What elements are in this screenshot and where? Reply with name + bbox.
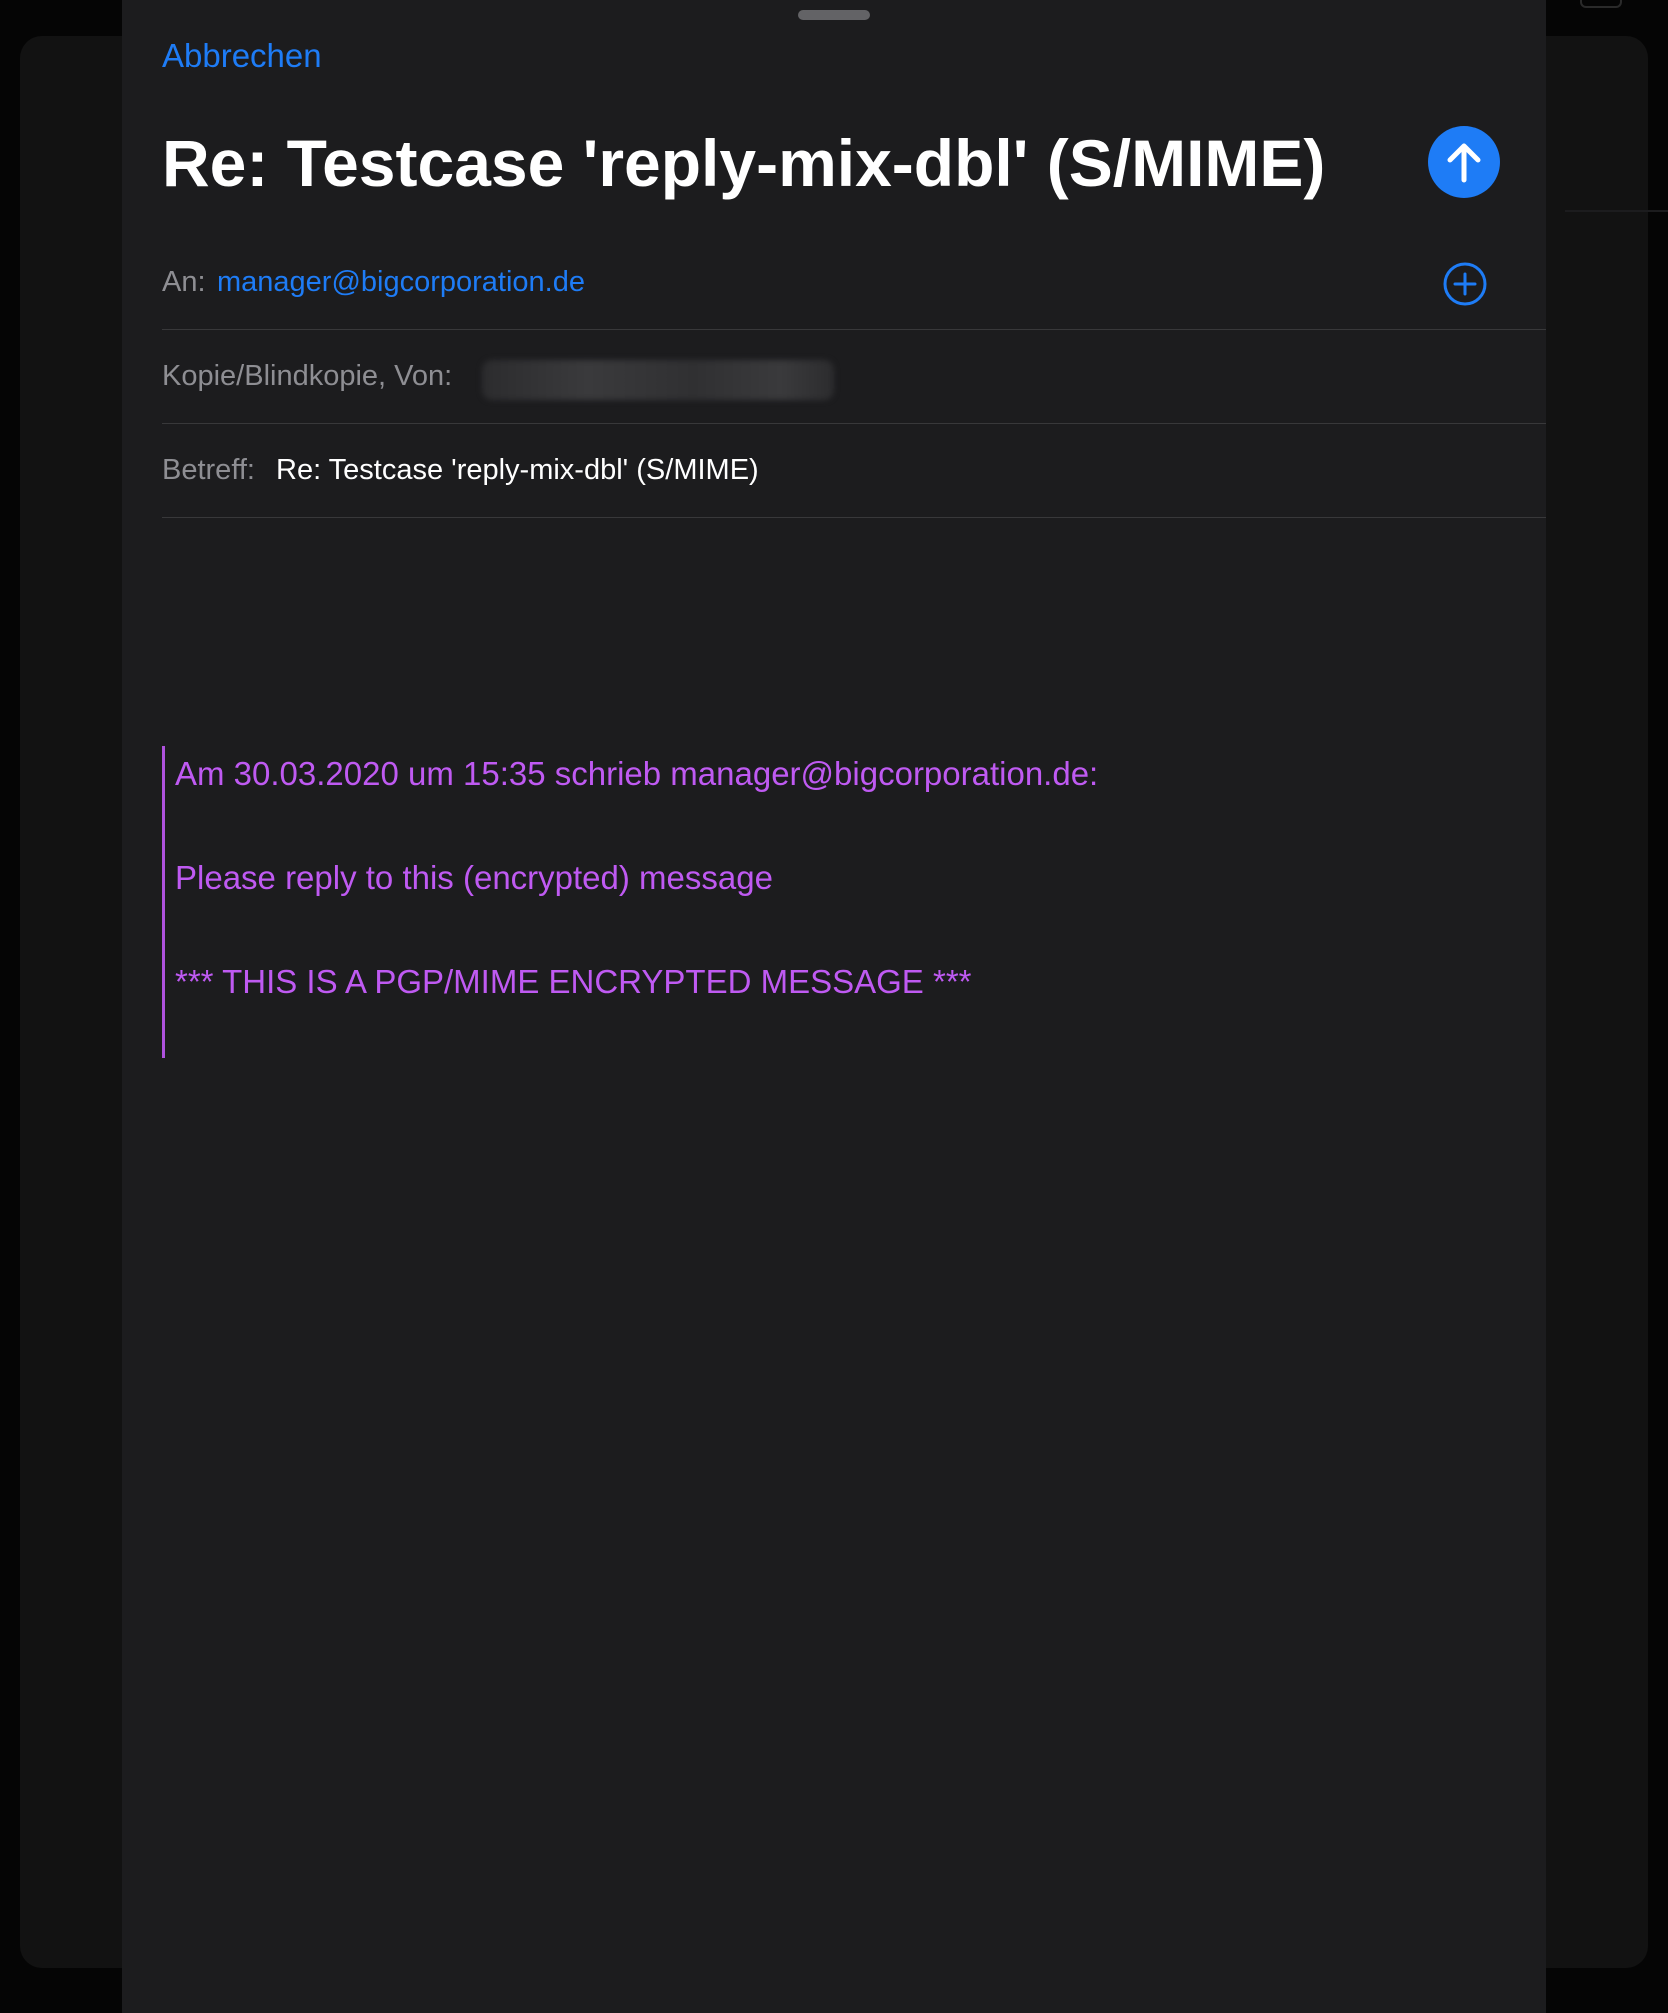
underlying-compose-icon	[1580, 0, 1622, 8]
cancel-button[interactable]: Abbrechen	[162, 34, 322, 78]
add-contact-button[interactable]	[1442, 261, 1488, 307]
to-label: An:	[162, 266, 206, 298]
to-field-row[interactable]: An: manager@bigcorporation.de	[162, 240, 1546, 330]
cc-bcc-from-label: Kopie/Blindkopie, Von:	[162, 360, 453, 392]
quote-text-line: Please reply to this (encrypted) message	[175, 859, 773, 896]
arrow-up-icon	[1447, 143, 1481, 183]
quote-text-line: *** THIS IS A PGP/MIME ENCRYPTED MESSAGE…	[175, 963, 972, 1000]
sheet-grabber-handle[interactable]	[798, 10, 870, 20]
underlying-divider	[1565, 210, 1668, 212]
compose-sheet: Abbrechen Re: Testcase 'reply-mix-dbl' (…	[122, 0, 1546, 2013]
plus-circle-icon	[1443, 262, 1487, 306]
cc-bcc-from-row[interactable]: Kopie/Blindkopie, Von:	[162, 334, 1546, 424]
subject-input[interactable]: Re: Testcase 'reply-mix-dbl' (S/MIME)	[276, 450, 759, 490]
subject-row[interactable]: Betreff: Re: Testcase 'reply-mix-dbl' (S…	[162, 428, 1546, 518]
quoted-message: Am 30.03.2020 um 15:35 schrieb manager@b…	[162, 746, 1165, 1058]
quote-header: Am 30.03.2020 um 15:35 schrieb manager@b…	[175, 755, 1099, 792]
page-title: Re: Testcase 'reply-mix-dbl' (S/MIME)	[162, 126, 1326, 200]
to-recipient[interactable]: manager@bigcorporation.de	[217, 262, 585, 302]
from-address-redacted[interactable]	[482, 360, 834, 400]
send-button[interactable]	[1428, 126, 1500, 198]
subject-label: Betreff:	[162, 454, 255, 486]
